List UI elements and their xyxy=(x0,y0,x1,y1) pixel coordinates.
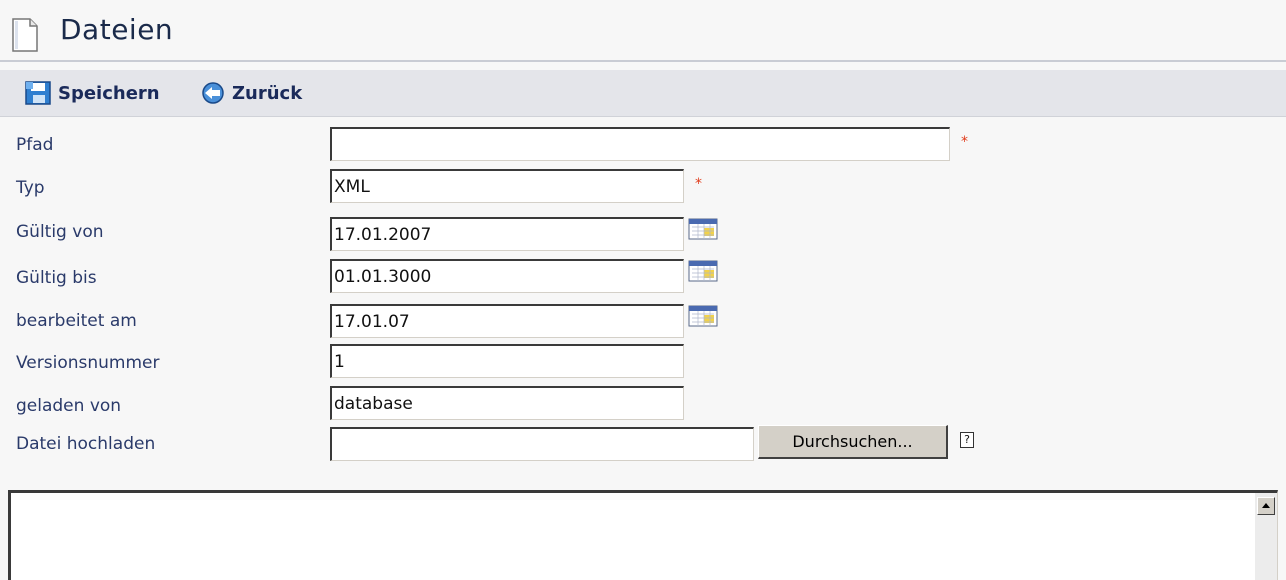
pfad-required-mark: * xyxy=(961,134,968,150)
browse-button[interactable]: Durchsuchen... xyxy=(758,425,948,459)
calendar-icon[interactable] xyxy=(688,218,718,240)
typ-input[interactable]: XML xyxy=(330,169,684,203)
scroll-up-button[interactable] xyxy=(1257,497,1275,515)
gueltig-bis-input[interactable]: 01.01.3000 xyxy=(330,259,684,293)
calendar-icon[interactable] xyxy=(688,305,718,327)
gueltig-von-input[interactable]: 17.01.2007 xyxy=(330,217,684,251)
calendar-icon[interactable] xyxy=(688,260,718,282)
save-icon xyxy=(25,81,51,105)
back-arrow-icon xyxy=(202,82,224,104)
bearbeitet-am-input[interactable]: 17.01.07 xyxy=(330,304,684,338)
help-icon[interactable]: ? xyxy=(960,432,974,448)
versionsnummer-input[interactable]: 1 xyxy=(330,344,684,378)
typ-label: Typ xyxy=(16,178,45,198)
scrollbar[interactable] xyxy=(1255,493,1277,580)
page-title: Dateien xyxy=(60,13,174,46)
typ-required-mark: * xyxy=(695,176,702,192)
file-upload-input[interactable] xyxy=(330,427,754,461)
back-label: Zurück xyxy=(232,82,303,104)
gueltig-bis-label: Gültig bis xyxy=(16,268,97,288)
geladen-von-label: geladen von xyxy=(16,396,122,416)
save-button[interactable]: Speichern xyxy=(24,78,160,108)
toolbar: Speichern Zurück xyxy=(0,70,1286,117)
datei-hochladen-label: Datei hochladen xyxy=(16,434,156,454)
gueltig-von-label: Gültig von xyxy=(16,222,104,242)
back-button[interactable]: Zurück xyxy=(198,78,302,108)
bearbeitet-am-label: bearbeitet am xyxy=(16,311,137,331)
pfad-label: Pfad xyxy=(16,135,54,155)
document-icon xyxy=(12,18,38,52)
pfad-input[interactable] xyxy=(330,127,950,161)
geladen-von-input[interactable]: database xyxy=(330,386,684,420)
page-header: Dateien xyxy=(0,0,1286,60)
save-label: Speichern xyxy=(58,82,160,104)
versionsnummer-label: Versionsnummer xyxy=(16,353,160,373)
content-textarea[interactable] xyxy=(8,490,1278,580)
header-divider xyxy=(0,60,1286,62)
